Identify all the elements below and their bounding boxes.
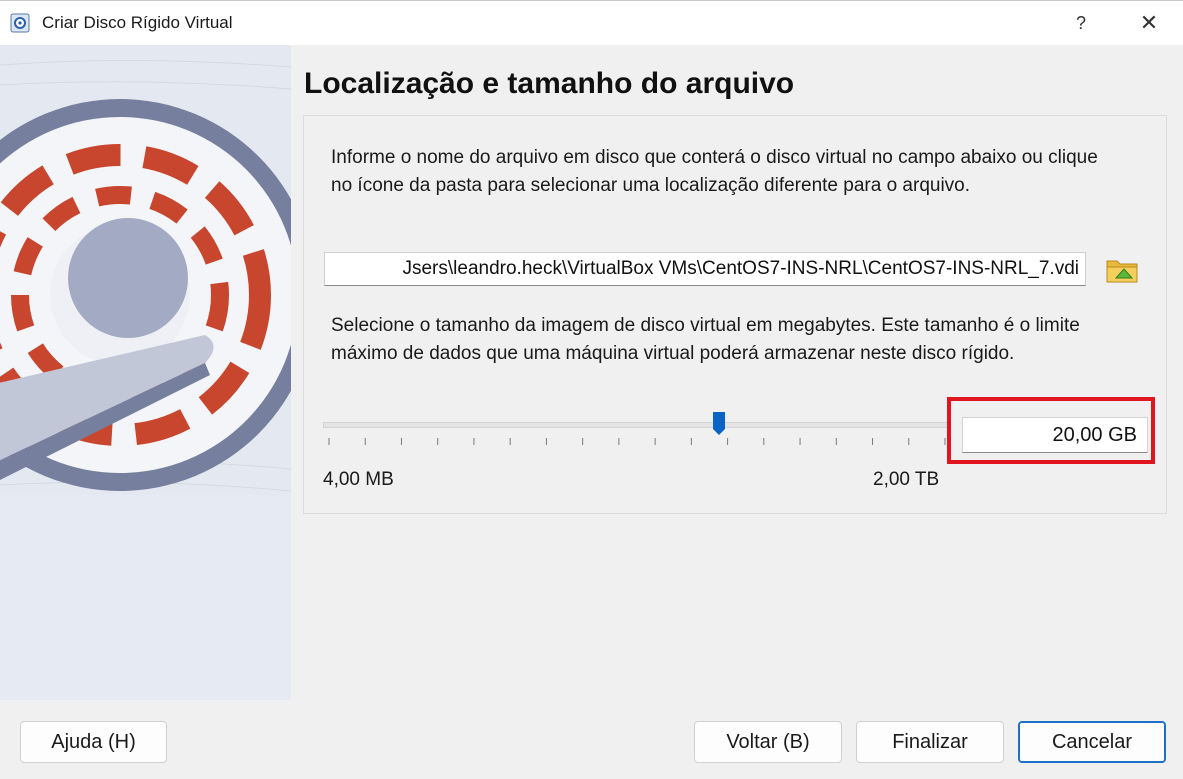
- location-description: Informe o nome do arquivo em disco que c…: [331, 147, 1098, 196]
- button-bar: Ajuda (H) Voltar (B) Finalizar Cancelar: [0, 700, 1183, 779]
- size-input[interactable]: 20,00 GB: [962, 417, 1148, 453]
- back-button[interactable]: Voltar (B): [694, 721, 842, 763]
- size-description: Selecione o tamanho da imagem de disco v…: [331, 315, 1080, 364]
- folder-browse-icon[interactable]: [1104, 253, 1140, 287]
- disk-illustration: [0, 45, 291, 700]
- size-slider[interactable]: [323, 412, 951, 452]
- close-icon[interactable]: ✕: [1132, 9, 1166, 37]
- page-title: Localização e tamanho do arquivo: [304, 67, 795, 100]
- slider-max-label: 2,00 TB: [873, 469, 940, 490]
- help-icon[interactable]: ?: [1064, 9, 1098, 37]
- cancel-button[interactable]: Cancelar: [1018, 721, 1166, 763]
- slider-min-label: 4,00 MB: [323, 469, 394, 490]
- title-bar: Criar Disco Rígido Virtual ? ✕: [0, 0, 1183, 46]
- wizard-side-image: [0, 45, 291, 700]
- settings-group: Informe o nome do arquivo em disco que c…: [303, 115, 1167, 514]
- window-title: Criar Disco Rígido Virtual: [42, 13, 233, 32]
- slider-track[interactable]: [323, 422, 951, 428]
- wizard-page: Localização e tamanho do arquivo Informe…: [291, 45, 1183, 700]
- slider-ticks: [328, 438, 946, 445]
- file-location-input[interactable]: Jsers\leandro.heck\VirtualBox VMs\CentOS…: [324, 252, 1086, 286]
- finish-button[interactable]: Finalizar: [856, 721, 1004, 763]
- help-button[interactable]: Ajuda (H): [20, 721, 167, 763]
- app-icon: [10, 13, 30, 33]
- slider-handle[interactable]: [712, 412, 725, 436]
